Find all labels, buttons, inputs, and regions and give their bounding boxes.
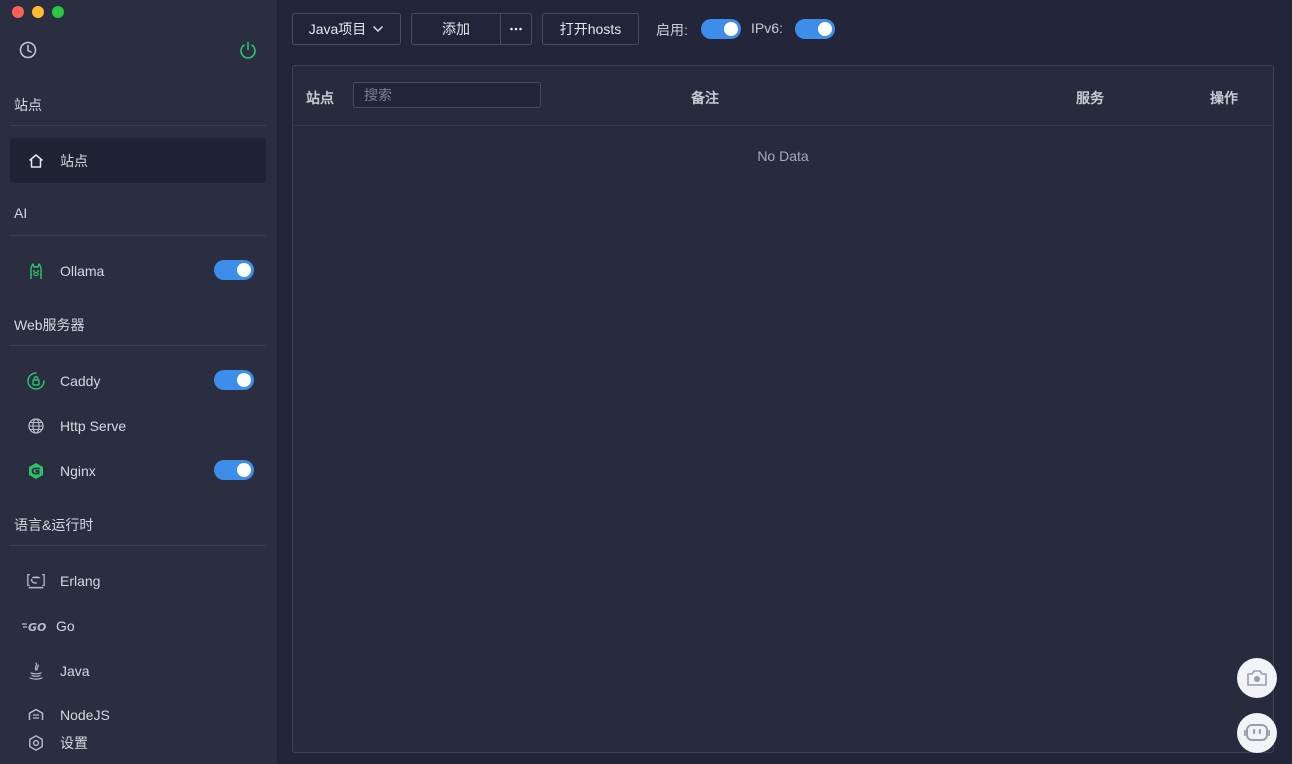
- sidebar: 站点 站点 AI Ollama Web服务器 Caddy Http Serve: [0, 0, 278, 764]
- group-title-ai: AI: [14, 205, 28, 221]
- add-button[interactable]: 添加: [411, 13, 501, 45]
- erlang-icon: [26, 571, 46, 591]
- screenshot-button[interactable]: [1237, 658, 1277, 698]
- project-select-value: Java项目: [308, 21, 367, 37]
- caddy-icon: [26, 371, 46, 391]
- sidebar-item-go[interactable]: GO Go: [10, 603, 266, 648]
- chevron-down-icon: [372, 25, 384, 33]
- open-hosts-button[interactable]: 打开hosts: [542, 13, 639, 45]
- group-title-languages: 语言&运行时: [14, 517, 94, 533]
- sidebar-item-label: Ollama: [60, 262, 105, 279]
- open-hosts-label: 打开hosts: [559, 21, 622, 37]
- home-icon: [26, 151, 46, 171]
- minimize-window-button[interactable]: [32, 6, 44, 18]
- sites-table: 站点 备注 服务 操作 No Data: [292, 65, 1274, 753]
- empty-state: No Data: [757, 148, 809, 164]
- sidebar-item-sites[interactable]: 站点: [10, 138, 266, 183]
- nodejs-icon: [26, 707, 46, 720]
- globe-icon: [26, 416, 46, 436]
- add-button-label: 添加: [442, 21, 470, 37]
- column-header-actions: 操作: [1210, 90, 1238, 106]
- sidebar-top-icons: [18, 40, 258, 60]
- ollama-toggle[interactable]: [214, 260, 254, 280]
- sidebar-item-caddy[interactable]: Caddy: [10, 358, 266, 403]
- divider: [10, 345, 266, 346]
- sidebar-item-settings[interactable]: 设置: [10, 720, 266, 764]
- more-actions-button[interactable]: [500, 13, 532, 45]
- go-icon: GO: [22, 616, 48, 636]
- column-header-remark: 备注: [691, 90, 719, 106]
- sidebar-item-label: Go: [56, 617, 75, 634]
- sidebar-item-label: Erlang: [60, 572, 101, 589]
- group-title-web-servers: Web服务器: [14, 317, 85, 333]
- table-header: 站点 备注 服务 操作: [293, 66, 1273, 126]
- search-input[interactable]: [353, 82, 541, 108]
- sidebar-item-nginx[interactable]: Nginx: [10, 448, 266, 493]
- sidebar-item-label: 站点: [60, 152, 88, 169]
- sidebar-item-label: NodeJS: [60, 707, 110, 720]
- sidebar-item-label: Caddy: [60, 372, 101, 389]
- java-icon: [26, 661, 46, 681]
- sidebar-item-ollama[interactable]: Ollama: [10, 248, 266, 293]
- sidebar-item-label: Java: [60, 662, 90, 679]
- sidebar-item-nodejs[interactable]: NodeJS: [10, 693, 266, 720]
- more-icon: [509, 27, 523, 31]
- divider: [10, 545, 266, 546]
- nginx-icon: [26, 461, 46, 481]
- sidebar-item-label: Http Serve: [60, 417, 127, 434]
- robot-icon: [1244, 722, 1270, 744]
- close-window-button[interactable]: [12, 6, 24, 18]
- column-header-site: 站点: [306, 90, 334, 106]
- nginx-toggle[interactable]: [214, 460, 254, 480]
- enable-toggle[interactable]: [701, 19, 741, 39]
- divider: [10, 235, 266, 236]
- group-title-sites: 站点: [14, 97, 42, 113]
- divider: [10, 125, 266, 126]
- camera-icon: [1245, 668, 1269, 688]
- sidebar-item-erlang[interactable]: Erlang: [10, 558, 266, 603]
- sidebar-item-label: Nginx: [60, 462, 96, 479]
- project-select[interactable]: Java项目: [292, 13, 401, 45]
- enable-label: 启用:: [656, 22, 688, 38]
- svg-text:GO: GO: [28, 621, 46, 633]
- column-header-service: 服务: [1076, 90, 1104, 106]
- caddy-toggle[interactable]: [214, 370, 254, 390]
- gear-icon: [26, 733, 46, 753]
- sidebar-item-java[interactable]: Java: [10, 648, 266, 693]
- ollama-icon: [26, 261, 46, 281]
- sidebar-item-label: 设置: [60, 734, 88, 751]
- ipv6-toggle[interactable]: [795, 19, 835, 39]
- power-icon[interactable]: [238, 40, 258, 65]
- sidebar-item-http-serve[interactable]: Http Serve: [10, 403, 266, 448]
- window-controls: [12, 6, 64, 18]
- clock-icon[interactable]: [18, 40, 38, 65]
- assistant-button[interactable]: [1237, 713, 1277, 753]
- maximize-window-button[interactable]: [52, 6, 64, 18]
- ipv6-label: IPv6:: [751, 20, 783, 36]
